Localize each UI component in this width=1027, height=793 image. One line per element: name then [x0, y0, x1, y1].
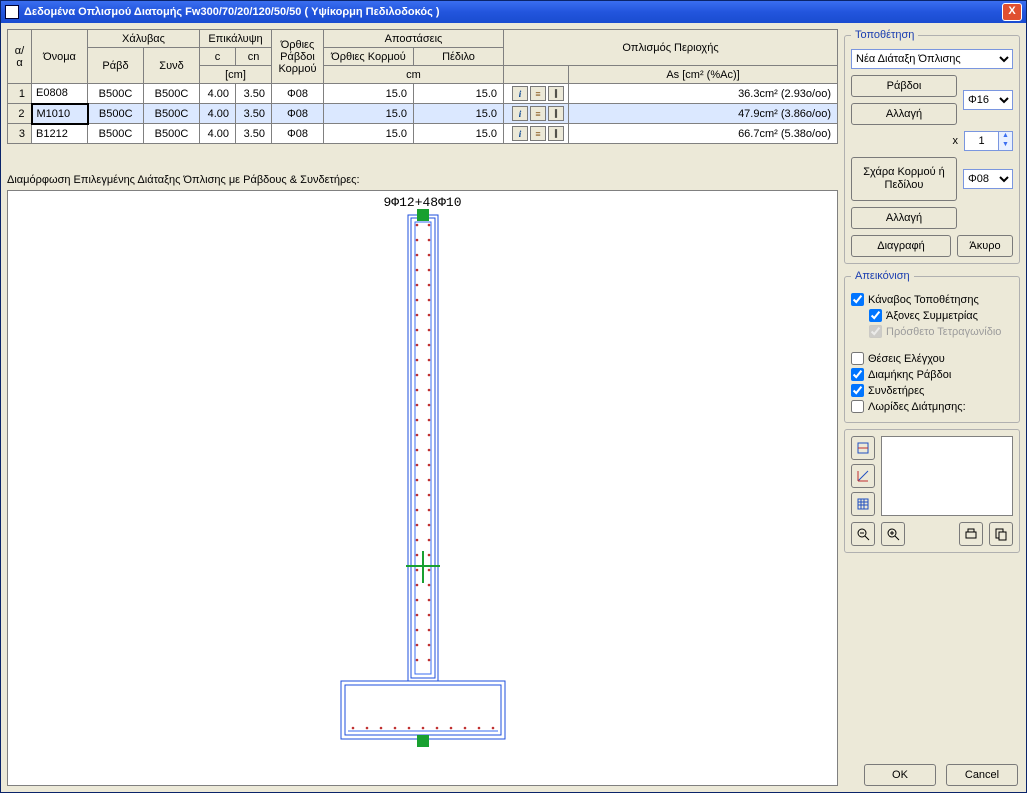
copy-icon[interactable] [989, 522, 1013, 546]
multiplier-spinner[interactable]: ▲▼ [964, 131, 1013, 151]
layers-icon[interactable]: ≡ [530, 86, 546, 101]
app-icon [5, 5, 19, 19]
col-name: Όνομα [32, 30, 88, 84]
spinner-down-icon[interactable]: ▼ [999, 141, 1012, 150]
tool-grid-icon[interactable] [851, 492, 875, 516]
ok-button[interactable]: OK [864, 764, 936, 786]
col-region: Οπλισμός Περιοχής [504, 30, 838, 66]
zoom-out-icon[interactable] [851, 522, 875, 546]
tool-axes-icon[interactable] [851, 464, 875, 488]
col-distances: Αποστάσεις [324, 30, 504, 48]
close-button[interactable]: X [1002, 3, 1022, 21]
layout-combo[interactable]: Νέα Διάταξη Όπλισης [851, 49, 1013, 69]
chk-ties[interactable] [851, 384, 864, 397]
bars-button[interactable]: Ράβδοι [851, 75, 957, 97]
cancel-button[interactable]: Cancel [946, 764, 1018, 786]
change-button[interactable]: Αλλαγή [851, 103, 957, 125]
col-c: c [200, 48, 236, 66]
diameter-combo-2[interactable]: Φ08 [963, 169, 1013, 189]
unit-dist-cm: cm [324, 66, 504, 84]
bars-icon[interactable]: ∥ [548, 106, 564, 121]
placement-group: Τοποθέτηση Νέα Διάταξη Όπλισης Ράβδοι Αλ… [844, 29, 1020, 264]
bars-icon[interactable]: ∥ [548, 126, 564, 141]
chk-check-positions[interactable] [851, 352, 864, 365]
col-vertical-bars: Όρθιες Ράβδοι Κορμού [272, 30, 324, 84]
tool-view-icon[interactable] [851, 436, 875, 460]
layers-icon[interactable]: ≡ [530, 106, 546, 121]
layers-icon[interactable]: ≡ [530, 126, 546, 141]
col-tie: Συνδ [144, 48, 200, 84]
section-canvas[interactable]: 9Φ12+48Φ10 [7, 190, 838, 786]
info-icon[interactable]: i [512, 106, 528, 121]
bars-icon[interactable]: ∥ [548, 86, 564, 101]
tools-group [844, 429, 1020, 553]
info-icon[interactable]: i [512, 86, 528, 101]
table-row[interactable]: 1E0808B500CB500C4.003.50Φ0815.015.0i≡∥36… [8, 84, 838, 104]
dialog-window: Δεδομένα Οπλισμού Διατομής Fw300/70/20/1… [0, 0, 1027, 793]
preview-box [881, 436, 1013, 516]
multiplier-label: x [953, 135, 959, 147]
window-title: Δεδομένα Οπλισμού Διατομής Fw300/70/20/1… [24, 6, 440, 18]
chk-shear-strips[interactable] [851, 400, 864, 413]
dialog-buttons: OK Cancel [864, 764, 1018, 786]
col-dist-foot: Πέδιλο [414, 48, 504, 66]
chk-symmetry[interactable] [869, 309, 882, 322]
display-group: Απεικόνιση Κάναβος Τοποθέτησης Άξονες Συ… [844, 270, 1020, 423]
col-cover: Επικάλυψη [200, 30, 272, 48]
titlebar: Δεδομένα Οπλισμού Διατομής Fw300/70/20/1… [1, 1, 1026, 23]
display-legend: Απεικόνιση [851, 270, 914, 282]
placement-legend: Τοποθέτηση [851, 29, 918, 41]
col-aa: α/α [8, 30, 32, 84]
col-dist-web: Όρθιες Κορμού [324, 48, 414, 66]
table-row[interactable]: 2M1010B500CB500C4.003.50Φ0815.015.0i≡∥47… [8, 104, 838, 124]
delete-button[interactable]: Διαγραφή [851, 235, 951, 257]
undo-button[interactable]: Άκυρο [957, 235, 1013, 257]
change-button-2[interactable]: Αλλαγή [851, 207, 957, 229]
spinner-up-icon[interactable]: ▲ [999, 132, 1012, 141]
print-icon[interactable] [959, 522, 983, 546]
unit-cm: [cm] [200, 66, 272, 84]
col-steel: Χάλυβας [88, 30, 200, 48]
config-label: Διαμόρφωση Επιλεγμένης Διάταξης Όπλισης … [7, 174, 838, 186]
reinforcement-table: α/α Όνομα Χάλυβας Επικάλυψη Όρθιες Ράβδο… [7, 29, 838, 144]
diameter-combo-1[interactable]: Φ16 [963, 90, 1013, 110]
chk-grid[interactable] [851, 293, 864, 306]
section-drawing [8, 191, 836, 751]
table-row[interactable]: 3B1212B500CB500C4.003.50Φ0815.015.0i≡∥66… [8, 124, 838, 144]
chk-extra-square [869, 325, 882, 338]
multiplier-input[interactable] [964, 131, 998, 151]
unit-as: As [cm² (%Ac)] [569, 66, 838, 84]
zoom-in-icon[interactable] [881, 522, 905, 546]
chk-long-bars[interactable] [851, 368, 864, 381]
info-icon[interactable]: i [512, 126, 528, 141]
web-footing-grid-button[interactable]: Σχάρα Κορμού ή Πεδίλου [851, 157, 957, 201]
col-rod: Ράβδ [88, 48, 144, 84]
col-cn: cn [236, 48, 272, 66]
